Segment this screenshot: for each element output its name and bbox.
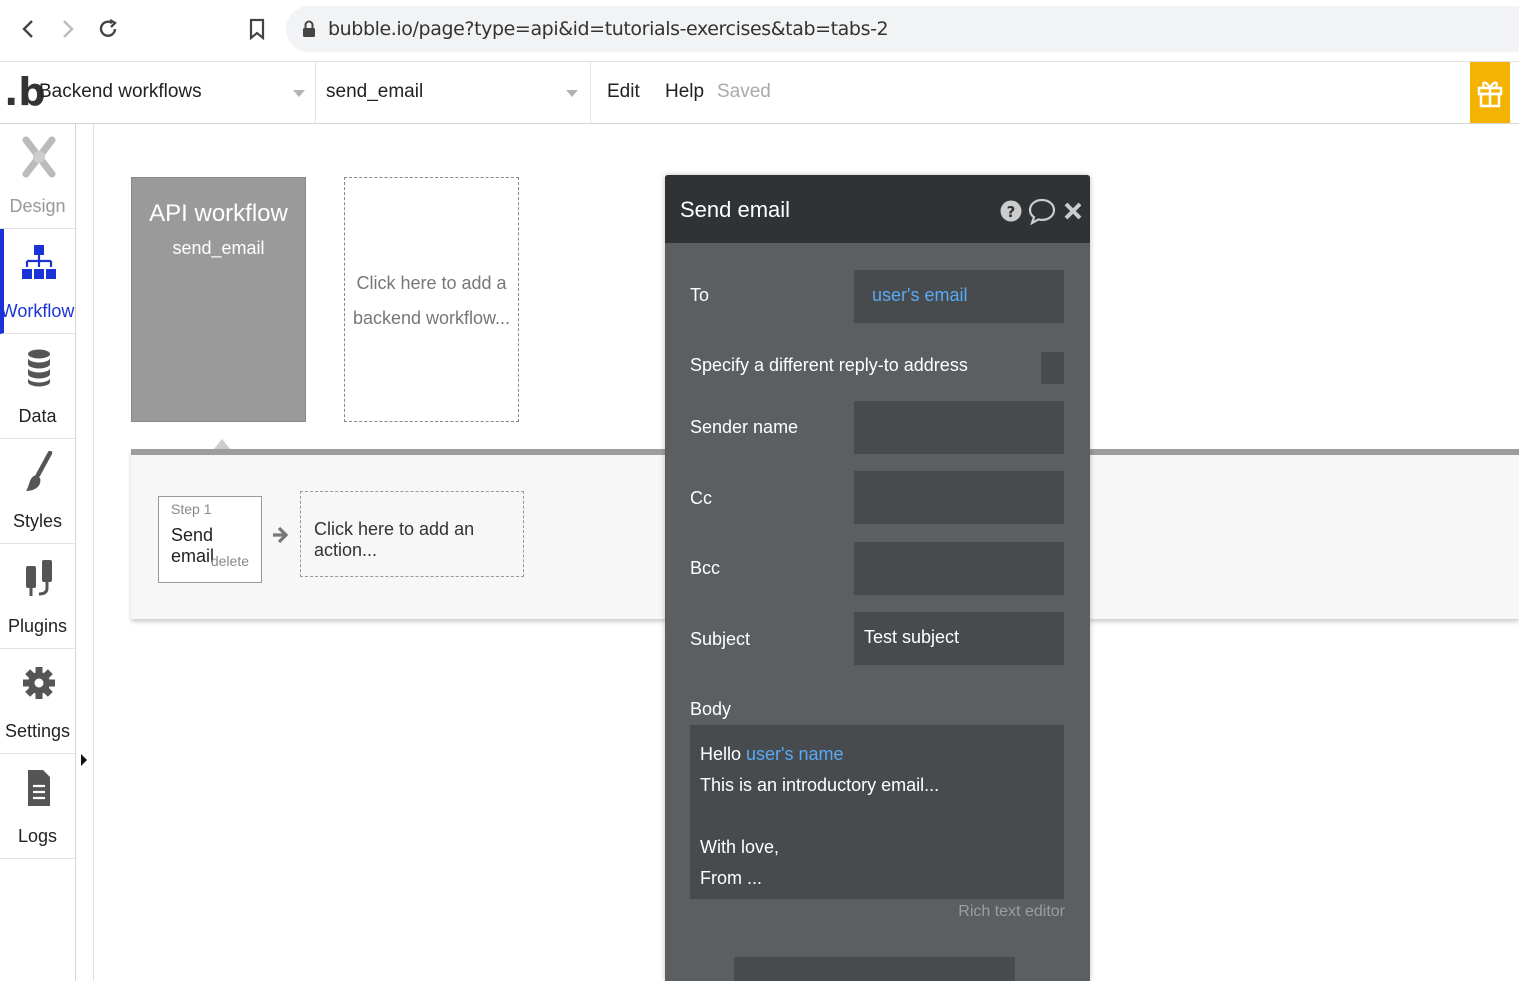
app-header: .b Backend workflows send_email Edit Hel… xyxy=(0,62,1519,124)
add-workflow-text-line2: backend workflow... xyxy=(352,308,511,328)
cc-field[interactable] xyxy=(854,471,1064,524)
back-button[interactable] xyxy=(15,16,41,42)
address-bar[interactable]: bubble.io/page?type=api&id=tutorials-exe… xyxy=(286,6,1519,52)
help-icon[interactable]: ? xyxy=(1000,198,1022,224)
editor-header-icons: ? xyxy=(1000,197,1084,225)
body-line: Hello user's name xyxy=(700,739,1064,770)
add-workflow-text-line1: Click here to add a xyxy=(356,273,507,293)
arrow-right-icon xyxy=(273,526,289,544)
subject-label: Subject xyxy=(690,629,751,649)
gift-icon xyxy=(1477,81,1503,107)
workflow-icon xyxy=(22,243,56,283)
sidebar-item-data[interactable]: Data xyxy=(0,334,75,439)
subject-field[interactable]: Test subject xyxy=(854,612,1064,665)
plug-icon xyxy=(22,558,56,598)
bookmark-icon xyxy=(249,18,265,40)
sender-name-label: Sender name xyxy=(690,417,799,437)
body-line: From ... xyxy=(700,868,762,888)
api-workflow-card[interactable]: API workflow send_email xyxy=(131,177,306,422)
workflow-dropdown[interactable]: send_email xyxy=(316,62,591,123)
chevron-down-icon xyxy=(566,90,578,97)
reload-icon xyxy=(99,18,117,37)
editor-title: Send email xyxy=(680,197,791,222)
sidebar-item-styles[interactable]: Styles xyxy=(0,439,75,544)
sidebar-item-settings[interactable]: Settings xyxy=(0,649,75,754)
to-label: To xyxy=(690,285,710,305)
body-text: Hello xyxy=(700,744,747,764)
bookmark-button[interactable] xyxy=(244,16,270,42)
sidebar-item-label: Design xyxy=(9,196,66,216)
gear-icon xyxy=(22,663,56,703)
body-editor[interactable]: Hello user's name This is an introductor… xyxy=(690,725,1064,899)
page-dropdown-value: Backend workflows xyxy=(39,81,202,102)
body-line: This is an introductory email... xyxy=(700,775,940,795)
editor-bottom-button[interactable] xyxy=(734,957,1015,981)
bcc-field[interactable] xyxy=(854,542,1064,595)
sidebar-item-label: Logs xyxy=(17,826,58,846)
to-dynamic-value[interactable]: user's email xyxy=(864,285,967,305)
chevron-down-icon xyxy=(293,90,305,97)
comment-icon[interactable] xyxy=(1028,197,1056,225)
body-line: With love, xyxy=(700,837,780,857)
design-icon xyxy=(22,136,56,178)
browser-toolbar: bubble.io/page?type=api&id=tutorials-exe… xyxy=(0,0,1519,62)
sidebar-item-label: Settings xyxy=(4,721,71,741)
database-icon xyxy=(22,348,56,388)
save-status: Saved xyxy=(717,81,771,102)
sidebar-item-label: Workflow xyxy=(0,301,75,321)
sidebar-item-label: Styles xyxy=(12,511,63,531)
selection-pointer xyxy=(214,439,230,449)
bcc-label: Bcc xyxy=(690,558,721,578)
sender-name-field[interactable] xyxy=(854,401,1064,454)
sidebar: Design Workflow Data Styles Plugins Sett… xyxy=(0,124,76,981)
add-action-button[interactable]: Click here to add an action... xyxy=(300,491,524,577)
lock-icon xyxy=(303,20,315,37)
add-backend-workflow[interactable]: Click here to add a backend workflow... xyxy=(344,177,519,422)
workflow-card-title: API workflow xyxy=(149,200,288,227)
workflow-dropdown-value: send_email xyxy=(326,81,424,102)
back-icon xyxy=(22,20,33,38)
gift-button[interactable] xyxy=(1470,62,1510,123)
send-email-property-editor: Send email ? To user's email Specify a d… xyxy=(665,175,1090,981)
menu-help[interactable]: Help xyxy=(665,81,704,103)
forward-icon xyxy=(63,20,74,38)
editor-header: Send email ? xyxy=(665,175,1090,243)
reload-button[interactable] xyxy=(95,16,121,42)
body-line xyxy=(700,801,1064,832)
expand-panel-icon[interactable] xyxy=(81,754,87,766)
close-icon[interactable] xyxy=(1062,199,1084,223)
rich-text-editor-link[interactable]: Rich text editor xyxy=(958,903,1065,921)
reply-to-checkbox[interactable] xyxy=(1041,352,1064,384)
svg-text:?: ? xyxy=(1007,203,1016,221)
step-card[interactable]: Step 1 Send email delete xyxy=(158,496,262,583)
add-action-label: Click here to add an action... xyxy=(314,519,475,560)
sidebar-item-label: Plugins xyxy=(7,616,68,636)
forward-button[interactable] xyxy=(55,16,81,42)
menu-edit[interactable]: Edit xyxy=(607,81,640,103)
step-number: Step 1 xyxy=(171,501,212,517)
sidebar-item-label: Data xyxy=(18,406,57,426)
sidebar-item-workflow[interactable]: Workflow xyxy=(0,229,75,334)
body-label: Body xyxy=(690,699,732,719)
sidebar-item-plugins[interactable]: Plugins xyxy=(0,544,75,649)
canvas-divider xyxy=(93,124,94,981)
brush-icon xyxy=(22,451,56,493)
url-text: bubble.io/page?type=api&id=tutorials-exe… xyxy=(328,18,889,40)
sidebar-item-logs[interactable]: Logs xyxy=(0,754,75,859)
page-dropdown[interactable]: Backend workflows xyxy=(33,62,316,123)
cc-label: Cc xyxy=(690,488,712,508)
reply-to-label: Specify a different reply-to address xyxy=(690,355,968,375)
document-icon xyxy=(22,768,56,808)
workflow-card-name: send_email xyxy=(172,238,265,258)
to-field[interactable]: user's email xyxy=(854,270,1064,323)
body-dynamic-value[interactable]: user's name xyxy=(746,744,843,764)
sidebar-item-design[interactable]: Design xyxy=(0,124,75,229)
delete-step-link[interactable]: delete xyxy=(211,553,249,569)
